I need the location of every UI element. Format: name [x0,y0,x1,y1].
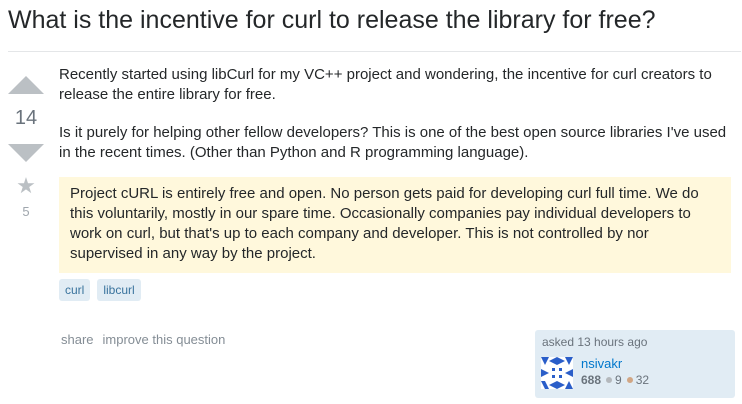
reputation-score: 688 [581,373,602,387]
silver-badge-icon [606,377,613,383]
share-link[interactable]: share [61,332,94,347]
post-menu: share improve this question [61,332,225,347]
favorite-count: 5 [22,204,30,219]
identicon-avatar[interactable] [541,357,573,389]
downvote-arrow-icon[interactable] [8,144,44,162]
asked-time: asked 13 hours ago [542,335,648,349]
star-icon[interactable]: ★ [8,174,44,198]
body-paragraph: Recently started using libCurl for my VC… [59,66,712,103]
tag-list: curl libcurl [59,279,141,301]
question-body: Recently started using libCurl for my VC… [59,65,731,273]
tag-libcurl[interactable]: libcurl [97,279,141,301]
upvote-arrow-icon[interactable] [8,76,44,94]
silver-badge-count: 9 [615,373,622,387]
improve-question-link[interactable]: improve this question [103,332,226,347]
blockquote: Project cURL is entirely free and open. … [59,177,731,273]
vote-count: 14 [14,107,38,129]
owner-card: asked 13 hours ago nsivakr 688 9 32 [535,330,735,398]
tag-curl[interactable]: curl [59,279,91,301]
user-stats: 688 9 32 [581,373,653,387]
title-divider [8,51,741,52]
bronze-badge-count: 32 [635,373,650,387]
user-name[interactable]: nsivakr [581,356,622,371]
bronze-badge-icon [626,377,633,383]
body-paragraph: Is it purely for helping other fellow de… [59,124,727,161]
question-title[interactable]: What is the incentive for curl to releas… [8,4,738,36]
